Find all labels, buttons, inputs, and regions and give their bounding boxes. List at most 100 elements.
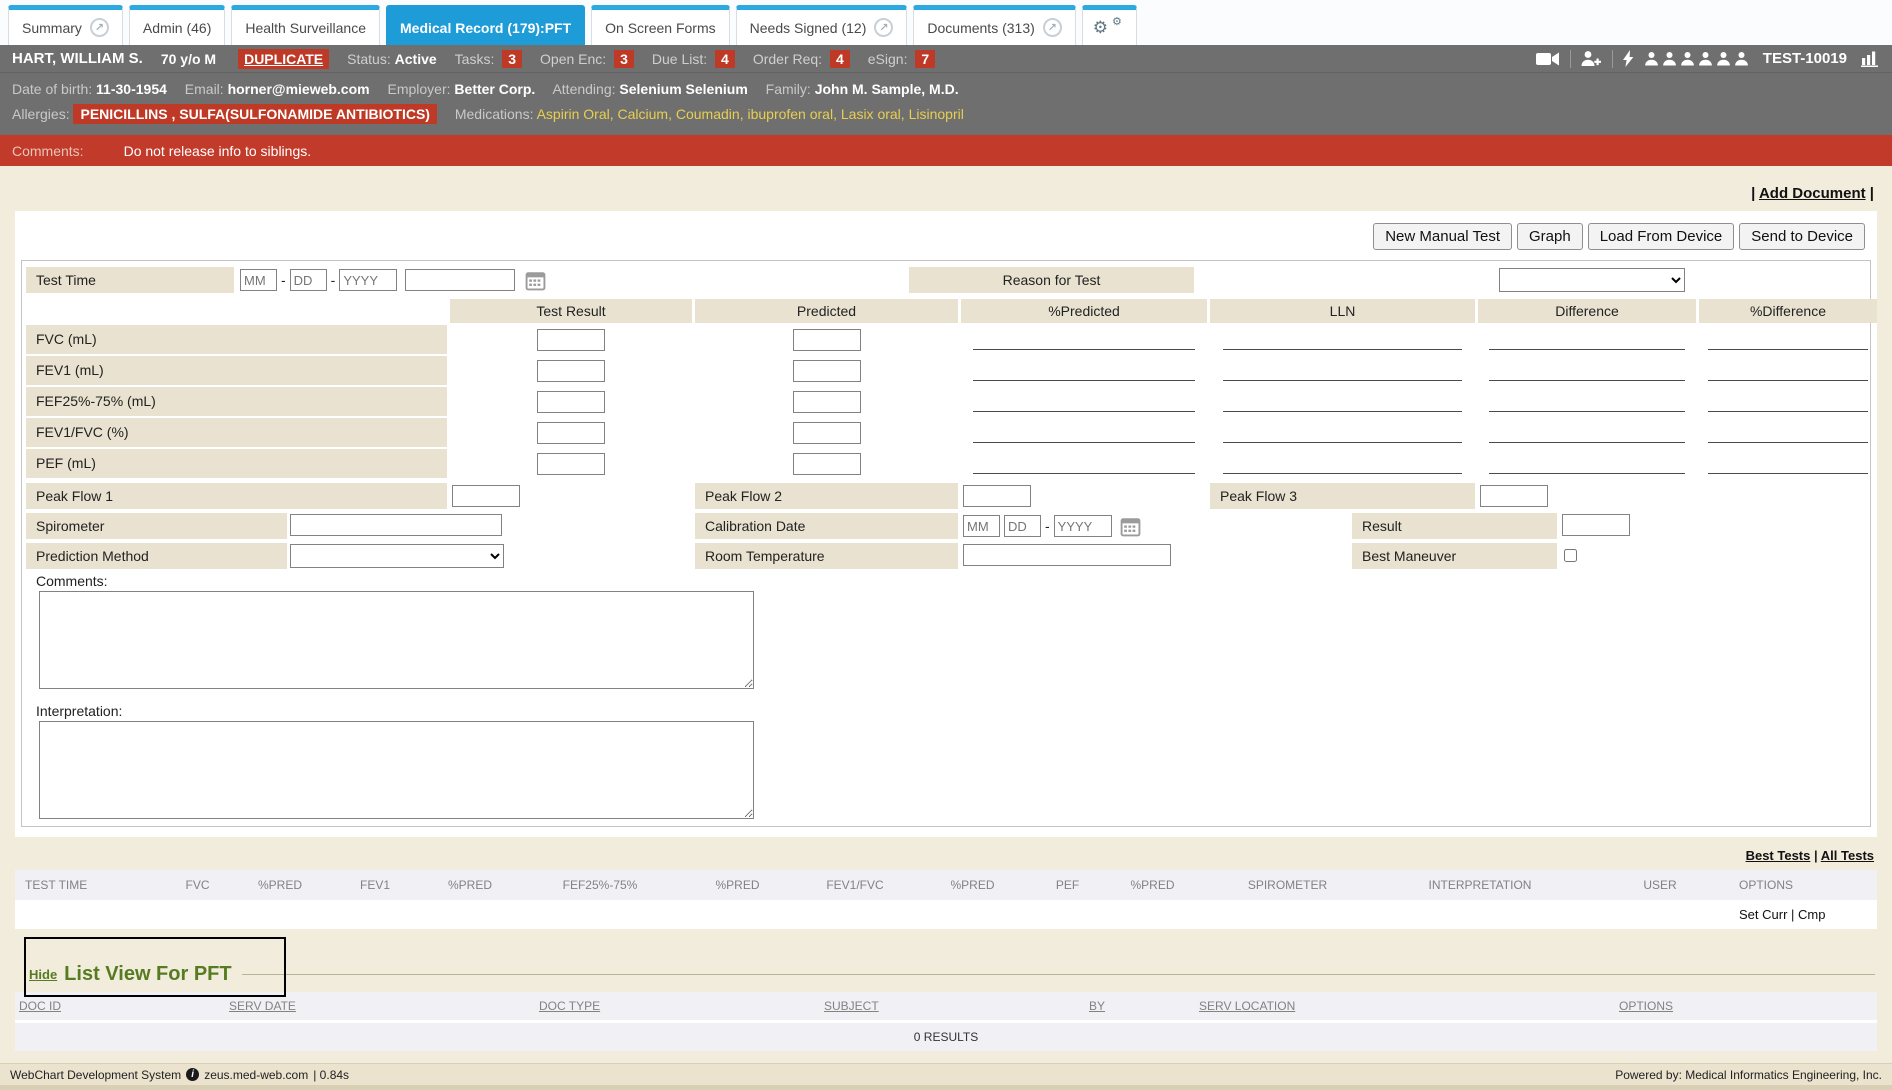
calendar-icon[interactable] xyxy=(1120,516,1141,537)
interpretation-textarea[interactable] xyxy=(39,721,754,819)
best-tests-link[interactable]: Best Tests xyxy=(1746,848,1811,863)
col-by[interactable]: BY xyxy=(1085,992,1195,1020)
col-serv-location[interactable]: SERV LOCATION xyxy=(1195,992,1615,1020)
footer-host-link[interactable]: zeus.med-web.com xyxy=(204,1068,308,1082)
prediction-method-select[interactable] xyxy=(290,544,504,568)
medication-link[interactable]: Lisinopril xyxy=(909,106,964,122)
calibration-day-input[interactable] xyxy=(1004,515,1041,537)
test-time-month-input[interactable] xyxy=(240,269,277,291)
add-document-link[interactable]: Add Document xyxy=(1759,185,1866,202)
col-pef: PEF xyxy=(1030,870,1105,900)
test-time-clock-input[interactable] xyxy=(405,269,515,291)
tab-health-surveillance[interactable]: Health Surveillance xyxy=(231,5,380,45)
medication-link[interactable]: Coumadin xyxy=(676,106,748,122)
col-interpretation: INTERPRETATION xyxy=(1375,870,1585,900)
user-icon[interactable] xyxy=(1716,51,1731,66)
fvc-pct-predicted-cell xyxy=(961,325,1207,354)
medication-link[interactable]: Calcium xyxy=(618,106,676,122)
tab-medical-record[interactable]: Medical Record (179):PFT xyxy=(386,5,585,45)
user-icon[interactable] xyxy=(1680,51,1695,66)
popout-icon[interactable]: ↗ xyxy=(1043,18,1062,37)
popout-icon[interactable]: ↗ xyxy=(874,18,893,37)
fvc-predicted-input[interactable] xyxy=(793,329,861,351)
medication-link[interactable]: ibuprofen oral xyxy=(747,106,840,122)
medication-link[interactable]: Aspirin Oral xyxy=(537,106,618,122)
legend-divider-line xyxy=(242,974,1875,975)
col-doc-type[interactable]: DOC TYPE xyxy=(535,992,820,1020)
result-input[interactable] xyxy=(1562,514,1630,536)
user-icon[interactable] xyxy=(1734,51,1749,66)
calendar-icon[interactable] xyxy=(525,270,546,291)
info-icon[interactable]: i xyxy=(186,1068,199,1081)
email-value[interactable]: horner@mieweb.com xyxy=(228,81,370,97)
due-list-count-badge[interactable]: 4 xyxy=(715,50,735,68)
allergies-badge[interactable]: PENICILLINS , SULFA(SULFONAMIDE ANTIBIOT… xyxy=(73,104,436,124)
video-camera-icon[interactable] xyxy=(1536,51,1560,67)
duplicate-badge[interactable]: DUPLICATE xyxy=(238,49,329,69)
attending-value: Selenium Selenium xyxy=(619,81,747,97)
hide-link[interactable]: Hide xyxy=(29,967,57,982)
order-req-count-badge[interactable]: 4 xyxy=(830,50,850,68)
peak-flow-1-input[interactable] xyxy=(452,485,520,507)
popout-icon[interactable]: ↗ xyxy=(90,18,109,37)
fev1-test-result-input[interactable] xyxy=(537,360,605,382)
test-time-year-input[interactable] xyxy=(339,269,397,291)
reason-for-test-select[interactable] xyxy=(1499,268,1685,292)
col-options: OPTIONS xyxy=(1735,870,1877,900)
fev1fvc-pct-predicted-cell xyxy=(961,418,1207,447)
user-icon[interactable] xyxy=(1662,51,1677,66)
pef-pct-difference-cell xyxy=(1699,449,1877,478)
best-tests-row: Best Tests | All Tests xyxy=(15,837,1877,870)
set-curr-link[interactable]: Set Curr xyxy=(1739,907,1787,922)
calibration-month-input[interactable] xyxy=(963,515,1000,537)
tasks-count-badge[interactable]: 3 xyxy=(502,50,522,68)
col-pred-1: %PRED xyxy=(230,870,330,900)
col-subject[interactable]: SUBJECT xyxy=(820,992,1085,1020)
col-serv-date[interactable]: SERV DATE xyxy=(225,992,535,1020)
bar-chart-icon[interactable] xyxy=(1861,51,1880,67)
all-tests-link[interactable]: All Tests xyxy=(1821,848,1874,863)
lightning-icon[interactable] xyxy=(1623,50,1634,67)
col-fev1: FEV1 xyxy=(330,870,420,900)
spirometer-input[interactable] xyxy=(290,514,502,536)
patient-age-sex: 70 y/o M xyxy=(161,51,216,67)
esign-count-badge[interactable]: 7 xyxy=(915,50,935,68)
tab-summary[interactable]: Summary ↗ xyxy=(8,5,123,45)
tab-settings[interactable]: ⚙⚙ xyxy=(1082,5,1137,45)
fev1-lln-cell xyxy=(1210,356,1475,385)
pef-test-result-input[interactable] xyxy=(537,453,605,475)
tab-on-screen-forms[interactable]: On Screen Forms xyxy=(591,5,729,45)
room-temperature-input[interactable] xyxy=(963,544,1171,566)
fef-predicted-input[interactable] xyxy=(793,391,861,413)
tab-admin[interactable]: Admin (46) xyxy=(129,5,225,45)
col-doc-options[interactable]: OPTIONS xyxy=(1615,992,1877,1020)
gear-icon: ⚙ xyxy=(1112,15,1122,28)
tab-documents[interactable]: Documents (313) ↗ xyxy=(913,5,1075,45)
medication-link[interactable]: Lasix oral xyxy=(841,106,909,122)
fef-test-result-input[interactable] xyxy=(537,391,605,413)
fev1-predicted-input[interactable] xyxy=(793,360,861,382)
fvc-test-result-input[interactable] xyxy=(537,329,605,351)
test-time-day-input[interactable] xyxy=(290,269,327,291)
calibration-year-input[interactable] xyxy=(1054,515,1112,537)
send-to-device-button[interactable]: Send to Device xyxy=(1739,223,1865,250)
peak-flow-3-input[interactable] xyxy=(1480,485,1548,507)
best-maneuver-checkbox[interactable] xyxy=(1564,549,1577,562)
user-icon[interactable] xyxy=(1698,51,1713,66)
add-user-icon[interactable] xyxy=(1581,50,1602,67)
load-from-device-button[interactable]: Load From Device xyxy=(1588,223,1735,250)
peak-flow-2-input[interactable] xyxy=(963,485,1031,507)
user-icon[interactable] xyxy=(1644,51,1659,66)
tab-needs-signed[interactable]: Needs Signed (12) ↗ xyxy=(736,5,908,45)
cmp-link[interactable]: Cmp xyxy=(1798,907,1825,922)
fev1fvc-predicted-input[interactable] xyxy=(793,422,861,444)
col-doc-id[interactable]: DOC ID xyxy=(15,992,225,1020)
graph-button[interactable]: Graph xyxy=(1517,223,1583,250)
pef-predicted-input[interactable] xyxy=(793,453,861,475)
open-enc-count-badge[interactable]: 3 xyxy=(614,50,634,68)
form-comments-textarea[interactable] xyxy=(39,591,754,689)
fev1fvc-test-result-input[interactable] xyxy=(537,422,605,444)
new-manual-test-button[interactable]: New Manual Test xyxy=(1373,223,1512,250)
fev1fvc-lln-cell xyxy=(1210,418,1475,447)
tab-label: Needs Signed (12) xyxy=(750,20,867,36)
